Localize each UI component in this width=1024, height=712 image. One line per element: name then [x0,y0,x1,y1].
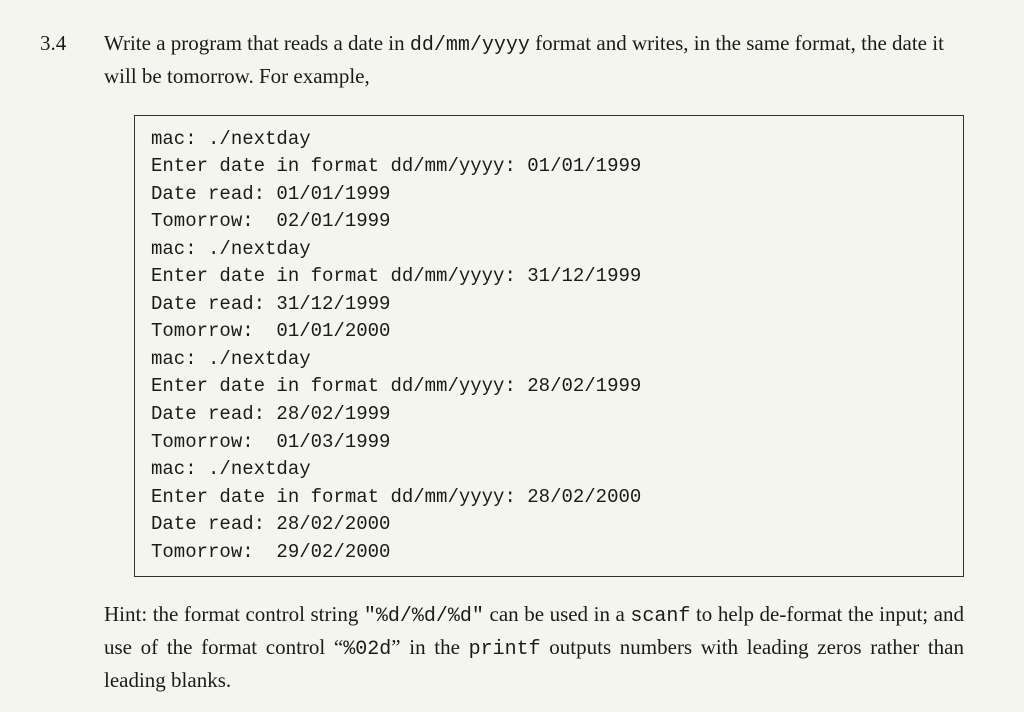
inline-code-scanf: scanf [630,605,690,628]
inline-code-format: dd/mm/yyyy [410,34,530,57]
code-line: Enter date in format dd/mm/yyyy: 01/01/1… [151,155,641,177]
inline-code-printf: printf [469,638,541,661]
code-line: Enter date in format dd/mm/yyyy: 28/02/1… [151,375,641,397]
code-line: Tomorrow: 29/02/2000 [151,541,390,563]
exercise-body: Write a program that reads a date in dd/… [104,28,964,697]
hint-text-2: can be used in a [484,602,630,626]
code-line: Tomorrow: 02/01/1999 [151,210,390,232]
code-line: Date read: 28/02/2000 [151,513,390,535]
code-line: Enter date in format dd/mm/yyyy: 28/02/2… [151,486,641,508]
hint-paragraph: Hint: the format control string "%d/%d/%… [104,599,964,697]
problem-statement: Write a program that reads a date in dd/… [104,28,964,93]
inline-code-printf-format: %02d [343,638,391,661]
problem-text-1: Write a program that reads a date in [104,31,410,55]
code-line: Date read: 28/02/1999 [151,403,390,425]
code-line: mac: ./nextday [151,458,311,480]
hint-text-4: ” in the [391,635,468,659]
code-line: Tomorrow: 01/01/2000 [151,320,390,342]
code-line: Date read: 31/12/1999 [151,293,390,315]
inline-code-scanf-format: "%d/%d/%d" [364,605,484,628]
code-line: Tomorrow: 01/03/1999 [151,431,390,453]
code-line: mac: ./nextday [151,238,311,260]
code-line: mac: ./nextday [151,128,311,150]
code-example-block: mac: ./nextday Enter date in format dd/m… [134,115,964,578]
code-line: mac: ./nextday [151,348,311,370]
code-line: Date read: 01/01/1999 [151,183,390,205]
exercise-block: 3.4 Write a program that reads a date in… [40,28,964,697]
exercise-number: 3.4 [40,28,76,697]
code-line: Enter date in format dd/mm/yyyy: 31/12/1… [151,265,641,287]
hint-text-1: Hint: the format control string [104,602,364,626]
